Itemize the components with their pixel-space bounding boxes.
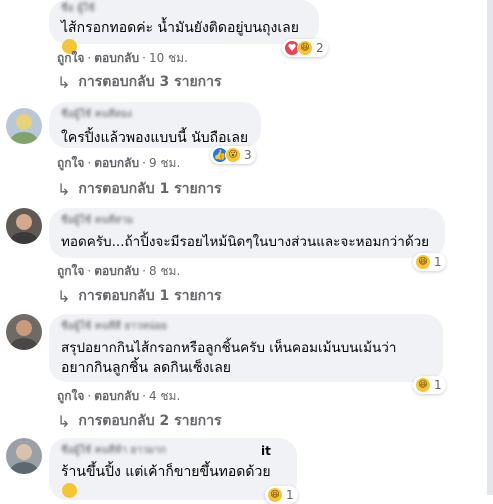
- comment-author[interactable]: ชื่อผู้ใช้ คนที่สอง: [61, 108, 249, 122]
- scrollbar[interactable]: [487, 0, 493, 495]
- reaction-summary[interactable]: 😆 1: [265, 486, 298, 504]
- reply-button[interactable]: ตอบกลับ: [94, 264, 139, 278]
- reaction-summary[interactable]: ♥ 😆 2: [282, 39, 328, 57]
- comment-text: ใครปิ้งแล้วพองแบบนี้ นับถือเลย: [61, 130, 249, 146]
- like-button[interactable]: ถูกใจ: [57, 264, 84, 278]
- like-button[interactable]: ถูกใจ: [57, 389, 84, 403]
- reply-button[interactable]: ตอบกลับ: [94, 156, 139, 170]
- comment-bubble: ชื่อ ผู้ใช้ ไส้กรอกทอดค่ะ น้ำมันยังติดอย…: [49, 0, 319, 54]
- comment-time[interactable]: 9 ชม.: [149, 156, 180, 170]
- comment-time[interactable]: 4 ชม.: [149, 389, 180, 403]
- replies-label: การตอบกลับ 1 รายการ: [78, 181, 222, 197]
- comment-bubble: ชื่อผู้ใช้ คนที่สอง ใครปิ้งแล้วพองแบบนี้…: [49, 102, 261, 148]
- avatar[interactable]: [6, 208, 42, 244]
- comment-text-line: สรุปอยากกินไส้กรอกหรือลูกชิ้นครับ เห็นคอ…: [61, 340, 397, 356]
- wow-icon: 😮: [225, 147, 241, 163]
- reply-arrow-icon: ↳: [57, 72, 71, 92]
- reaction-summary[interactable]: 😆 1: [413, 376, 446, 394]
- view-replies-link[interactable]: ↳ การตอบกลับ 1 รายการ: [57, 285, 222, 307]
- comment-text: ทอดครับ...ถ้าปิ้งจะมีรอยไหม้นิดๆในบางส่ว…: [61, 234, 430, 250]
- reaction-summary[interactable]: 👍 😮 3: [210, 146, 256, 164]
- reaction-count: 1: [434, 378, 442, 392]
- reaction-count: 1: [434, 255, 442, 269]
- comment-text: ร้านขึ้นปิ้ง แต่เค้าก็ขายขึ้นทอดด้วย: [61, 462, 285, 502]
- reply-button[interactable]: ตอบกลับ: [94, 389, 139, 403]
- avatar[interactable]: [6, 438, 42, 474]
- reaction-count: 2: [316, 41, 324, 55]
- comment-actions: ถูกใจ · ตอบกลับ · 4 ชม.: [57, 389, 181, 403]
- comment-text: สรุปอยากกินไส้กรอกหรือลูกชิ้นครับ เห็นคอ…: [61, 338, 431, 378]
- reaction-summary[interactable]: 😆 1: [413, 253, 446, 271]
- avatar[interactable]: [6, 314, 42, 350]
- comment-text-content: ไส้กรอกทอดค่ะ น้ำมันยังติดอยู่บนถุงเลย: [61, 20, 299, 36]
- reaction-count: 1: [286, 488, 294, 502]
- comment-actions: ถูกใจ · ตอบกลับ · 9 ชม.: [57, 156, 181, 170]
- comment-author[interactable]: ชื่อผู้ใช้ คนที่สาม: [61, 214, 433, 228]
- reply-arrow-icon: ↳: [57, 286, 71, 306]
- haha-icon: 😆: [297, 40, 313, 56]
- comment-actions: ถูกใจ · ตอบกลับ · 8 ชม.: [57, 264, 181, 278]
- reply-arrow-icon: ↳: [57, 179, 71, 199]
- replies-label: การตอบกลับ 3 รายการ: [78, 74, 222, 90]
- comment-text-line: อยากกินลูกชิ้น ลดกินเซ็งเลย: [61, 360, 231, 376]
- comment-actions: ถูกใจ · ตอบกลับ · 10 ชม.: [57, 51, 188, 65]
- like-button[interactable]: ถูกใจ: [57, 156, 84, 170]
- comment-bubble: ชื่อผู้ใช้ คนที่ห้า ยาวมาก it ร้านขึ้นปิ…: [49, 438, 297, 500]
- comment-author-suffix: it: [261, 444, 271, 458]
- comment-time[interactable]: 10 ชม.: [149, 51, 188, 65]
- replies-label: การตอบกลับ 1 รายการ: [78, 288, 222, 304]
- view-replies-link[interactable]: ↳ การตอบกลับ 2 รายการ: [57, 410, 222, 432]
- reply-button[interactable]: ตอบกลับ: [94, 51, 139, 65]
- reaction-count: 3: [244, 148, 252, 162]
- comment-author[interactable]: ชื่อผู้ใช้ คนที่ห้า ยาวมาก: [61, 444, 261, 458]
- comment-time[interactable]: 8 ชม.: [149, 264, 180, 278]
- haha-icon: 😆: [267, 487, 283, 503]
- avatar[interactable]: [6, 108, 42, 144]
- haha-icon: 😆: [415, 254, 431, 270]
- view-replies-link[interactable]: ↳ การตอบกลับ 3 รายการ: [57, 71, 222, 93]
- haha-icon: 😆: [415, 377, 431, 393]
- replies-label: การตอบกลับ 2 รายการ: [78, 413, 222, 429]
- comment-author[interactable]: ชื่อผู้ใช้ คนที่สี่ ยาวหน่อย: [61, 320, 431, 334]
- like-button[interactable]: ถูกใจ: [57, 51, 84, 65]
- comment-author[interactable]: ชื่อ ผู้ใช้: [61, 2, 307, 16]
- view-replies-link[interactable]: ↳ การตอบกลับ 1 รายการ: [57, 178, 222, 200]
- reply-arrow-icon: ↳: [57, 411, 71, 431]
- laughing-emoji-icon: [62, 483, 77, 498]
- comment-text-content: ร้านขึ้นปิ้ง แต่เค้าก็ขายขึ้นทอดด้วย: [61, 464, 271, 480]
- comment-bubble: ชื่อผู้ใช้ คนที่สี่ ยาวหน่อย สรุปอยากกิน…: [49, 314, 443, 382]
- comment-bubble: ชื่อผู้ใช้ คนที่สาม ทอดครับ...ถ้าปิ้งจะม…: [49, 208, 445, 258]
